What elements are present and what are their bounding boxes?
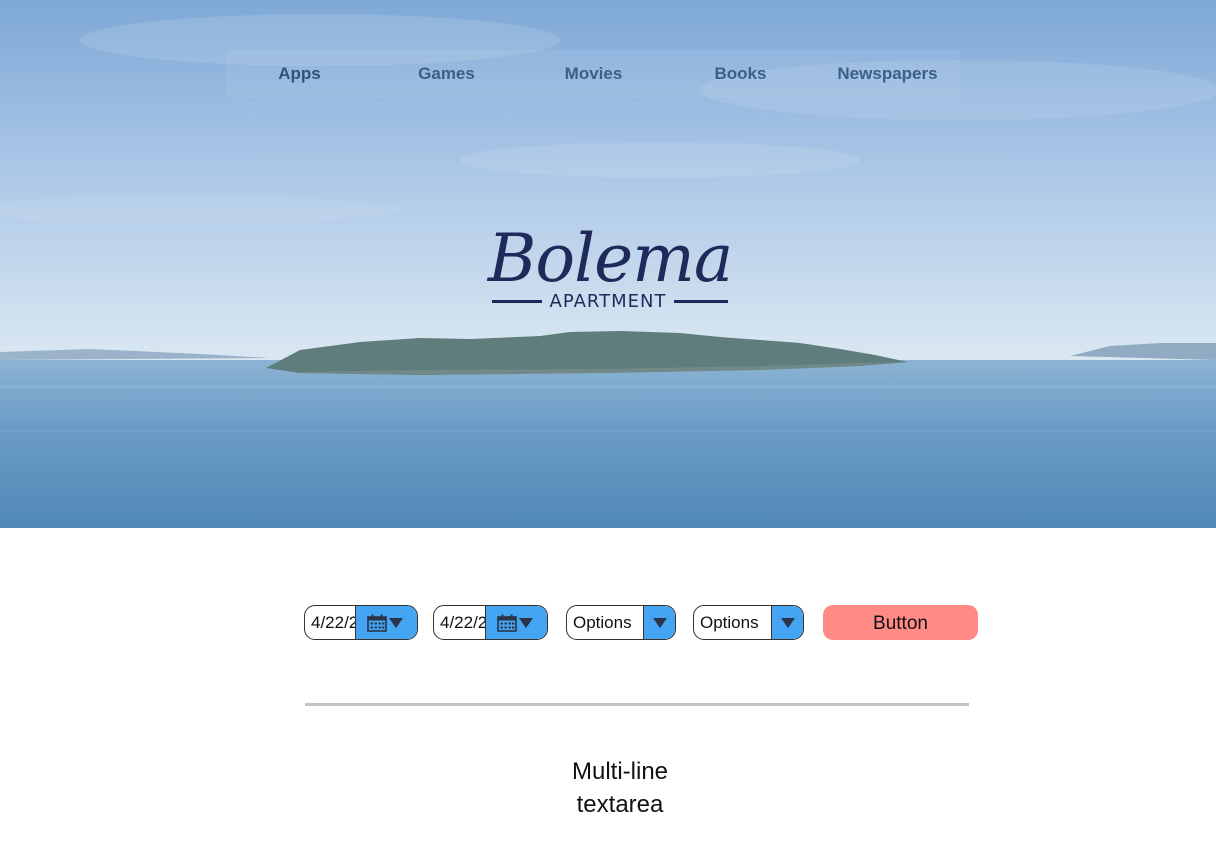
dropdown-arrow-icon [653, 618, 667, 628]
nav-item-newspapers[interactable]: Newspapers [814, 50, 961, 98]
divider [305, 703, 969, 706]
calendar-icon [497, 614, 517, 632]
date-picker-to[interactable]: 4/22/2 [433, 605, 548, 640]
nav-item-books[interactable]: Books [667, 50, 814, 98]
date-to-value[interactable]: 4/22/2 [440, 606, 486, 639]
date-from-picker-button[interactable] [355, 606, 417, 639]
calendar-icon [367, 614, 387, 632]
select-2-toggle[interactable] [771, 606, 803, 639]
brand-logo: Bolema APARTMENT [484, 214, 736, 318]
submit-button[interactable]: Button [823, 605, 978, 640]
dropdown-arrow-icon [389, 618, 403, 628]
date-to-picker-button[interactable] [485, 606, 547, 639]
options-select-2[interactable]: Options [693, 605, 804, 640]
nav-item-apps[interactable]: Apps [226, 50, 373, 98]
select-2-value[interactable]: Options [700, 606, 759, 639]
dropdown-arrow-icon [781, 618, 795, 628]
logo-rule-right [674, 300, 728, 303]
nav-item-games[interactable]: Games [373, 50, 520, 98]
logo-rule-left [492, 300, 542, 303]
options-select-1[interactable]: Options [566, 605, 676, 640]
select-1-value[interactable]: Options [573, 606, 632, 639]
multiline-textarea[interactable]: Multi-line textarea [470, 755, 770, 825]
logo-subtitle-text: APARTMENT [549, 291, 667, 312]
hero-banner: Apps Games Movies Books Newspapers Bolem… [0, 0, 1216, 528]
date-from-value[interactable]: 4/22/2 [311, 606, 357, 639]
nav-item-movies[interactable]: Movies [520, 50, 667, 98]
logo-subtitle: APARTMENT [484, 290, 736, 314]
select-1-toggle[interactable] [643, 606, 675, 639]
top-navigation: Apps Games Movies Books Newspapers [226, 50, 960, 98]
date-picker-from[interactable]: 4/22/2 [304, 605, 418, 640]
dropdown-arrow-icon [519, 618, 533, 628]
